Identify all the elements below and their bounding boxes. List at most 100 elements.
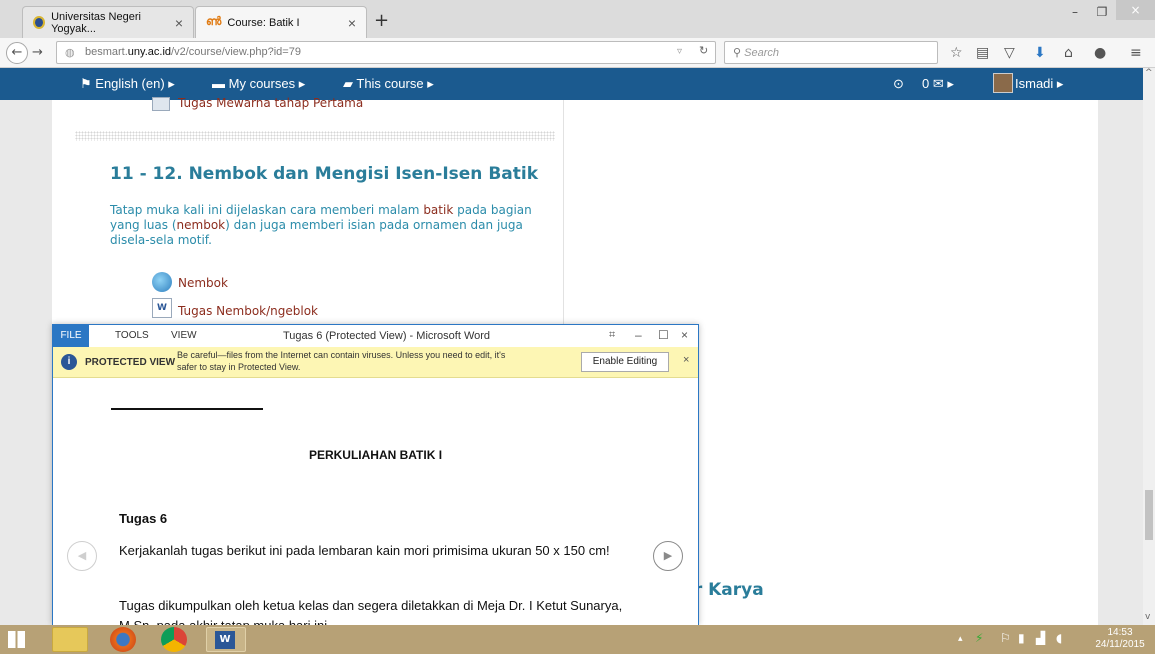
caret-right-icon: ▸ <box>164 76 175 91</box>
header-rule <box>111 408 263 410</box>
scroll-up-icon[interactable]: ^ <box>1145 68 1153 78</box>
notification-icon[interactable]: ⊙ <box>893 76 904 92</box>
scrollbar-thumb[interactable] <box>1145 490 1153 540</box>
this-course-menu[interactable]: ▰ This course ▸ <box>343 76 434 92</box>
close-window-button[interactable]: × <box>1116 0 1155 20</box>
language-menu[interactable]: ⚑ English (en) ▸ <box>80 76 175 92</box>
tab-label: Course: Batik I <box>227 16 300 29</box>
caret-right-icon: ▸ <box>947 76 954 91</box>
book-icon: ▰ <box>343 76 357 91</box>
navigation-bar: ← → ◍ besmart.uny.ac.id/v2/course/view.p… <box>0 38 1155 68</box>
tab-close-icon[interactable]: × <box>175 15 183 31</box>
signal-icon[interactable]: ▟ <box>1036 631 1045 645</box>
chat-icon[interactable]: ● <box>1094 45 1106 61</box>
windows-start-icon[interactable] <box>8 631 25 648</box>
my-courses-label: My courses <box>228 76 296 91</box>
clock[interactable]: 14:53 24/11/2015 <box>1090 627 1150 651</box>
caret-right-icon: ▸ <box>423 76 434 91</box>
tools-menu[interactable]: TOOLS <box>115 330 149 341</box>
caret-right-icon: ▸ <box>295 76 306 91</box>
reload-icon[interactable]: ↻ <box>699 44 708 57</box>
flag-icon: ⚑ <box>80 76 96 91</box>
windows-taskbar: W ▴ ⚡ ⚐ ▮ ▟ ◖ 14:53 24/11/2015 <box>0 625 1155 654</box>
back-arrow-icon[interactable]: ← <box>6 42 28 64</box>
new-tab-button[interactable]: + <box>374 10 389 31</box>
volume-icon[interactable]: ◖ <box>1056 631 1062 645</box>
restore-button[interactable]: ❐ <box>1092 5 1112 23</box>
clock-date: 24/11/2015 <box>1095 639 1145 650</box>
messages-menu[interactable]: 0 ✉ ▸ <box>922 76 954 92</box>
file-explorer-icon[interactable] <box>52 627 88 652</box>
word-taskbar-button[interactable]: W <box>206 627 246 652</box>
tray-arrow-icon[interactable]: ▴ <box>958 634 963 644</box>
enable-editing-button[interactable]: Enable Editing <box>581 352 669 372</box>
next-page-icon[interactable]: ▶ <box>653 541 683 571</box>
section-title: 11 - 12. Nembok dan Mengisi Isen-Isen Ba… <box>110 164 539 184</box>
clock-time: 14:53 <box>1107 627 1133 638</box>
search-input[interactable]: ⚲ Search <box>724 41 938 64</box>
url-prefix: besmart. <box>85 46 128 58</box>
url-domain: uny.ac.id <box>127 46 172 58</box>
tab-label: Universitas Negeri Yogyak... <box>51 10 141 35</box>
view-menu[interactable]: VIEW <box>171 330 197 341</box>
pocket-icon[interactable]: ▽ <box>1004 45 1015 61</box>
user-menu[interactable]: Ismadi ▸ <box>1015 76 1063 92</box>
language-label: English (en) <box>95 76 165 91</box>
url-path: /v2/course/view.php?id=79 <box>171 46 301 58</box>
url-icon <box>152 272 172 292</box>
word-title-bar: FILE TOOLS VIEW Tugas 6 (Protected View)… <box>53 325 698 347</box>
user-avatar[interactable] <box>993 73 1013 93</box>
scroll-down-icon[interactable]: v <box>1145 612 1150 622</box>
user-name: Ismadi <box>1015 76 1054 91</box>
document-subheading: Tugas 6 <box>119 511 168 526</box>
document-paragraph-1: Kerjakanlah tugas berikut ini pada lemba… <box>119 543 610 558</box>
word-doc-icon: W <box>152 298 172 318</box>
page-scrollbar[interactable]: ^ v <box>1143 68 1155 625</box>
battery-icon[interactable]: ▮ <box>1018 631 1025 645</box>
search-placeholder: Search <box>744 47 779 59</box>
envelope-icon: ✉ <box>929 76 948 91</box>
section-summary: Tatap muka kali ini dijelaskan cara memb… <box>110 203 532 247</box>
word-maximize-button[interactable]: ☐ <box>658 328 669 342</box>
bookmark-star-icon[interactable]: ☆ <box>950 45 963 61</box>
document-heading: PERKULIAHAN BATIK I <box>308 448 443 462</box>
download-icon[interactable]: ⬇ <box>1034 45 1046 61</box>
flag-tray-icon[interactable]: ⚐ <box>1000 631 1011 645</box>
word-icon: W <box>215 631 235 649</box>
activity-link-tugas-nembok[interactable]: Tugas Nembok/ngeblok <box>178 304 318 318</box>
tab-universitas[interactable]: Universitas Negeri Yogyak... × <box>22 6 194 38</box>
firefox-icon[interactable] <box>110 627 136 652</box>
previous-page-icon[interactable]: ◀ <box>67 541 97 571</box>
section-title-partial: ir Karya <box>688 580 764 600</box>
forward-arrow-icon[interactable]: → <box>32 45 43 60</box>
fullscreen-icon[interactable]: ⌗ <box>609 329 615 342</box>
document-page: PERKULIAHAN BATIK I Tugas 6 Kerjakanlah … <box>53 378 698 633</box>
my-courses-menu[interactable]: ▬ My courses ▸ <box>212 76 305 92</box>
protected-view-bar: i PROTECTED VIEW Be careful—files from t… <box>53 347 698 378</box>
site-info-icon[interactable]: ◍ <box>65 46 75 59</box>
bookmarks-list-icon[interactable]: ▤ <box>976 45 989 61</box>
this-course-label: This course <box>356 76 424 91</box>
menu-icon[interactable]: ≡ <box>1130 45 1142 61</box>
search-icon: ⚲ <box>733 47 745 59</box>
home-icon[interactable]: ⌂ <box>1064 45 1073 61</box>
chrome-icon[interactable] <box>161 627 187 652</box>
minimize-button[interactable]: – <box>1065 5 1085 23</box>
shield-icon: i <box>61 354 77 370</box>
caret-right-icon: ▸ <box>1053 76 1064 91</box>
dismiss-bar-icon[interactable]: × <box>683 354 689 366</box>
url-bar[interactable]: ◍ besmart.uny.ac.id/v2/course/view.php?i… <box>56 41 716 64</box>
word-close-button[interactable]: × <box>681 328 688 342</box>
moodle-favicon-icon: ൺ <box>206 16 222 28</box>
protected-view-message-line1: Be careful—files from the Internet can c… <box>177 350 506 360</box>
activity-link-nembok[interactable]: Nembok <box>178 276 228 290</box>
word-minimize-button[interactable]: – <box>635 328 642 342</box>
file-tab[interactable]: FILE <box>53 325 89 347</box>
tab-course-batik[interactable]: ൺ Course: Batik I × <box>195 6 367 38</box>
activity-link[interactable]: Tugas Mewarna tahap Pertama <box>178 96 363 110</box>
network-tray-icon[interactable]: ⚡ <box>975 631 983 645</box>
dropdown-icon[interactable]: ▿ <box>677 46 682 57</box>
protected-view-label: PROTECTED VIEW <box>85 357 176 368</box>
uny-favicon-icon <box>33 16 46 29</box>
tab-close-icon[interactable]: × <box>348 15 356 31</box>
